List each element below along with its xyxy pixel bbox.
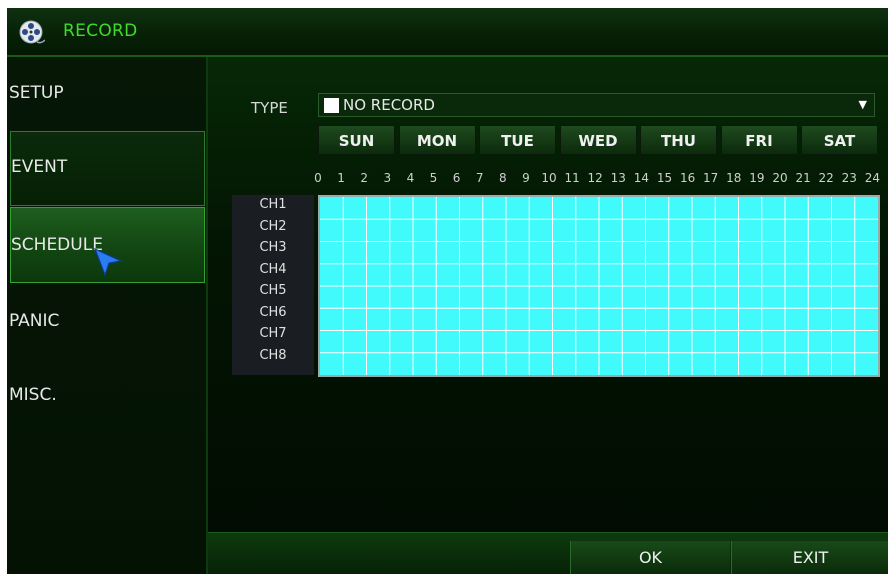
hour-label: 7 [475, 171, 484, 185]
day-tab-sun[interactable]: SUN [318, 125, 395, 155]
day-tab-fri[interactable]: FRI [720, 125, 798, 155]
hour-label: 13 [610, 171, 626, 185]
channel-label-ch8: CH8 [259, 347, 287, 363]
type-dropdown[interactable]: NO RECORD ▼ [318, 93, 875, 117]
day-tab-tue[interactable]: TUE [479, 125, 556, 155]
hour-label: 20 [772, 171, 788, 185]
ok-button[interactable]: OK [570, 541, 730, 574]
footer-bar: OK EXIT [208, 532, 888, 574]
dvr-record-screen: RECORD SETUP EVENT SCHEDULE PANIC MISC. … [7, 8, 888, 574]
channel-label-ch2: CH2 [259, 218, 287, 234]
channel-label-ch4: CH4 [259, 261, 287, 277]
channel-label-ch7: CH7 [259, 326, 287, 341]
hour-label: 21 [795, 171, 811, 185]
window-title: RECORD [63, 21, 138, 41]
day-tab-wed[interactable]: WED [559, 125, 637, 155]
hour-label: 8 [498, 171, 507, 185]
title-bar: RECORD [7, 8, 888, 57]
hour-label: 23 [841, 171, 857, 185]
hour-label: 0 [314, 171, 322, 185]
sidebar-item-label: SCHEDULE [11, 235, 103, 255]
channel-label-ch5: CH5 [259, 283, 287, 298]
hour-label: 18 [726, 171, 742, 185]
hour-label: 15 [656, 171, 673, 185]
hour-label: 6 [452, 171, 461, 185]
hour-label: 2 [360, 171, 369, 185]
channel-list: CH1 CH2 CH3 CH4 CH5 CH6 CH7 CH8 [232, 195, 314, 375]
film-reel-icon [19, 20, 45, 44]
chevron-down-icon: ▼ [858, 98, 867, 111]
hour-label: 4 [406, 171, 415, 185]
hour-label: 24 [864, 171, 881, 185]
sidebar-item-label: MISC. [9, 385, 57, 405]
sidebar-item-label: PANIC [9, 311, 60, 331]
hour-label: 11 [564, 171, 580, 185]
hour-label: 1 [337, 171, 345, 185]
day-tab-sat[interactable]: SAT [801, 125, 878, 155]
hour-label: 5 [429, 171, 438, 185]
hour-label: 16 [679, 171, 696, 185]
day-tabs: SUN MON TUE WED THU FRI SAT [318, 125, 878, 155]
hour-axis: 0 1 2 3 4 5 6 7 8 9 10 11 12 13 14 15 16 17 18 19 20 21 22 23 24 [310, 171, 880, 189]
schedule-panel: TYPE NO RECORD ▼ SUN MON TUE WED THU FRI SAT 0… [208, 57, 888, 530]
channel-label-ch6: CH6 [259, 304, 287, 320]
channel-label-ch1: CH1 [259, 197, 287, 212]
hour-label: 14 [633, 171, 650, 185]
sidebar-item-label: SETUP [9, 83, 64, 103]
sidebar-item-event[interactable]: EVENT [10, 131, 205, 206]
hour-label: 3 [383, 171, 392, 185]
mouse-cursor-icon [93, 247, 123, 277]
hour-label: 19 [749, 171, 765, 185]
hour-label: 12 [587, 171, 603, 185]
schedule-grid[interactable] [318, 195, 880, 377]
hour-label: 17 [703, 171, 719, 185]
hour-label: 10 [541, 171, 557, 185]
schedule-grid-lines [320, 197, 878, 375]
type-value: NO RECORD [343, 96, 435, 114]
sidebar-item-label: EVENT [11, 157, 68, 177]
record-type-swatch [324, 98, 339, 113]
exit-button[interactable]: EXIT [731, 541, 888, 574]
day-tab-mon[interactable]: MON [398, 125, 476, 155]
type-label: TYPE [251, 99, 288, 117]
hour-label: 22 [818, 171, 834, 185]
day-tab-thu[interactable]: THU [640, 125, 717, 155]
sidebar: SETUP EVENT SCHEDULE PANIC MISC. [7, 57, 208, 574]
hour-label: 9 [522, 171, 530, 185]
channel-label-ch3: CH3 [259, 240, 287, 255]
